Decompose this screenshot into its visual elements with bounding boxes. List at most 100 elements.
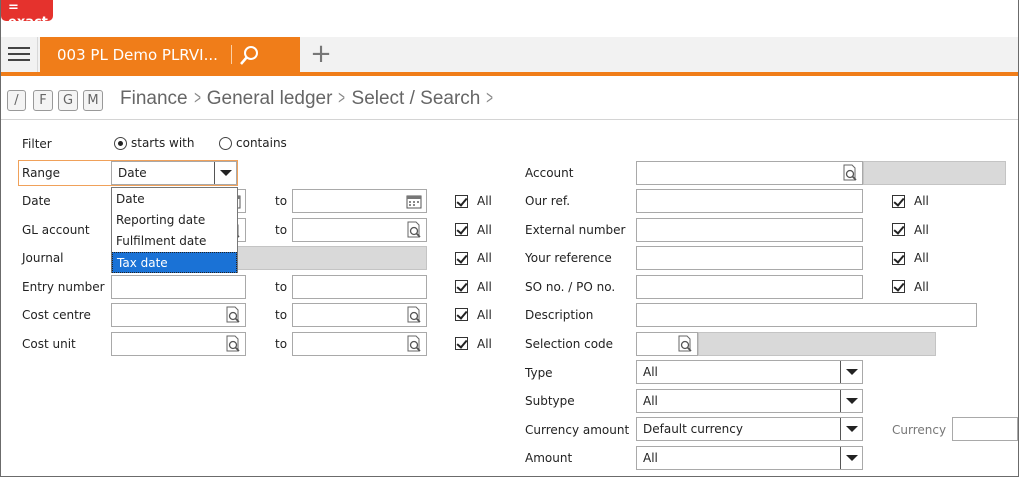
cost-unit-all-label: All xyxy=(477,337,492,351)
cost-unit-all-checkbox[interactable] xyxy=(455,337,468,350)
range-option-tax-date[interactable]: Tax date xyxy=(112,252,237,273)
currency-amount-label: Currency amount xyxy=(525,423,630,437)
filter-starts-with-radio[interactable] xyxy=(114,137,127,150)
your-reference-all-checkbox[interactable] xyxy=(892,252,905,265)
chevron-down-icon[interactable] xyxy=(840,447,862,469)
chevron-down-icon[interactable] xyxy=(214,162,236,184)
cost-unit-from-input[interactable] xyxy=(111,332,246,356)
your-reference-label: Your reference xyxy=(525,251,612,265)
amount-select[interactable]: All xyxy=(636,446,863,470)
currency-amount-select-value: Default currency xyxy=(643,422,743,436)
subtype-select-value: All xyxy=(643,394,658,408)
chevron-down-icon[interactable] xyxy=(840,361,862,383)
our-ref-label: Our ref. xyxy=(525,194,571,208)
external-number-label: External number xyxy=(525,223,626,237)
lookup-icon[interactable] xyxy=(224,306,242,324)
breadcrumb-separator: > xyxy=(486,88,494,109)
description-input[interactable] xyxy=(636,303,977,327)
our-ref-all-checkbox[interactable] xyxy=(892,195,905,208)
cost-centre-all-label: All xyxy=(477,308,492,322)
cost-centre-label: Cost centre xyxy=(22,308,91,322)
key-f[interactable]: F xyxy=(33,90,53,111)
your-reference-input[interactable] xyxy=(636,246,863,270)
header-divider xyxy=(1,119,1018,120)
breadcrumb-general-ledger[interactable]: General ledger xyxy=(207,88,333,109)
entry-number-all-checkbox[interactable] xyxy=(455,280,468,293)
subtype-label: Subtype xyxy=(525,394,575,408)
range-option-date[interactable]: Date xyxy=(112,189,237,210)
selection-code-name-field xyxy=(698,332,936,356)
so-po-no-label: SO no. / PO no. xyxy=(525,280,616,294)
hamburger-menu-icon[interactable] xyxy=(1,37,38,72)
currency-input[interactable] xyxy=(952,417,1018,441)
add-tab-button[interactable]: + xyxy=(306,40,336,70)
breadcrumb: Finance > General ledger > Select / Search > xyxy=(120,88,499,110)
cost-unit-to-input[interactable] xyxy=(292,332,427,356)
filter-contains-radio[interactable] xyxy=(219,137,232,150)
date-label: Date xyxy=(22,194,51,208)
filter-starts-with-label: starts with xyxy=(131,136,195,150)
filter-contains-label: contains xyxy=(236,136,287,150)
date-all-label: All xyxy=(477,194,492,208)
external-number-input[interactable] xyxy=(636,218,863,242)
calendar-icon[interactable] xyxy=(405,192,423,210)
gl-account-all-label: All xyxy=(477,223,492,237)
breadcrumb-select-search[interactable]: Select / Search xyxy=(352,88,481,109)
subtype-select[interactable]: All xyxy=(636,389,863,413)
range-label: Range xyxy=(22,166,61,180)
selection-code-input[interactable] xyxy=(636,332,698,356)
lookup-icon[interactable] xyxy=(405,335,423,353)
tab-title: 003 PL Demo PLRVI... xyxy=(57,46,218,64)
search-icon[interactable] xyxy=(238,45,260,67)
cost-unit-to-label: to xyxy=(275,337,288,351)
date-to-input[interactable] xyxy=(292,189,427,213)
accent-bar xyxy=(1,72,1018,76)
lookup-icon[interactable] xyxy=(405,306,423,324)
gl-account-label: GL account xyxy=(22,223,90,237)
entry-number-to-input[interactable] xyxy=(292,275,427,299)
range-option-fulfilment-date[interactable]: Fulfilment date xyxy=(112,231,237,252)
cost-unit-label: Cost unit xyxy=(22,337,76,351)
key-slash[interactable]: / xyxy=(7,90,26,111)
gl-account-to-input[interactable] xyxy=(292,218,427,242)
cost-centre-to-input[interactable] xyxy=(292,303,427,327)
so-po-no-all-label: All xyxy=(914,280,929,294)
so-po-no-all-checkbox[interactable] xyxy=(892,280,905,293)
filter-label: Filter xyxy=(22,137,52,151)
lookup-icon[interactable] xyxy=(676,335,694,353)
our-ref-all-label: All xyxy=(914,194,929,208)
range-option-reporting-date[interactable]: Reporting date xyxy=(112,210,237,231)
cost-centre-all-checkbox[interactable] xyxy=(455,308,468,321)
currency-amount-select[interactable]: Default currency xyxy=(636,417,863,441)
chevron-down-icon[interactable] xyxy=(840,418,862,440)
type-select[interactable]: All xyxy=(636,360,863,384)
so-po-no-input[interactable] xyxy=(636,275,863,299)
our-ref-input[interactable] xyxy=(636,189,863,213)
external-number-all-checkbox[interactable] xyxy=(892,223,905,236)
range-dropdown-list: Date Reporting date Fulfilment date Tax … xyxy=(111,187,238,273)
cost-centre-from-input[interactable] xyxy=(111,303,246,327)
entry-number-from-input[interactable] xyxy=(111,275,246,299)
journal-label: Journal xyxy=(22,251,64,265)
entry-number-all-label: All xyxy=(477,280,492,294)
your-reference-all-label: All xyxy=(914,251,929,265)
type-select-value: All xyxy=(643,365,658,379)
entry-number-label: Entry number xyxy=(22,280,105,294)
account-label: Account xyxy=(525,166,574,180)
date-all-checkbox[interactable] xyxy=(455,195,468,208)
tab-company[interactable]: 003 PL Demo PLRVI... xyxy=(40,37,300,72)
exact-logo: = exact xyxy=(1,0,53,30)
journal-all-checkbox[interactable] xyxy=(455,252,468,265)
key-g[interactable]: G xyxy=(58,90,78,111)
lookup-icon[interactable] xyxy=(841,164,859,182)
account-input[interactable] xyxy=(636,161,863,185)
external-number-all-label: All xyxy=(914,223,929,237)
gl-account-all-checkbox[interactable] xyxy=(455,223,468,236)
chevron-down-icon[interactable] xyxy=(840,390,862,412)
key-m[interactable]: M xyxy=(83,90,103,111)
lookup-icon[interactable] xyxy=(224,335,242,353)
breadcrumb-separator: > xyxy=(193,88,201,109)
breadcrumb-finance[interactable]: Finance xyxy=(120,88,188,109)
lookup-icon[interactable] xyxy=(405,221,423,239)
range-select[interactable]: Date xyxy=(111,161,237,185)
